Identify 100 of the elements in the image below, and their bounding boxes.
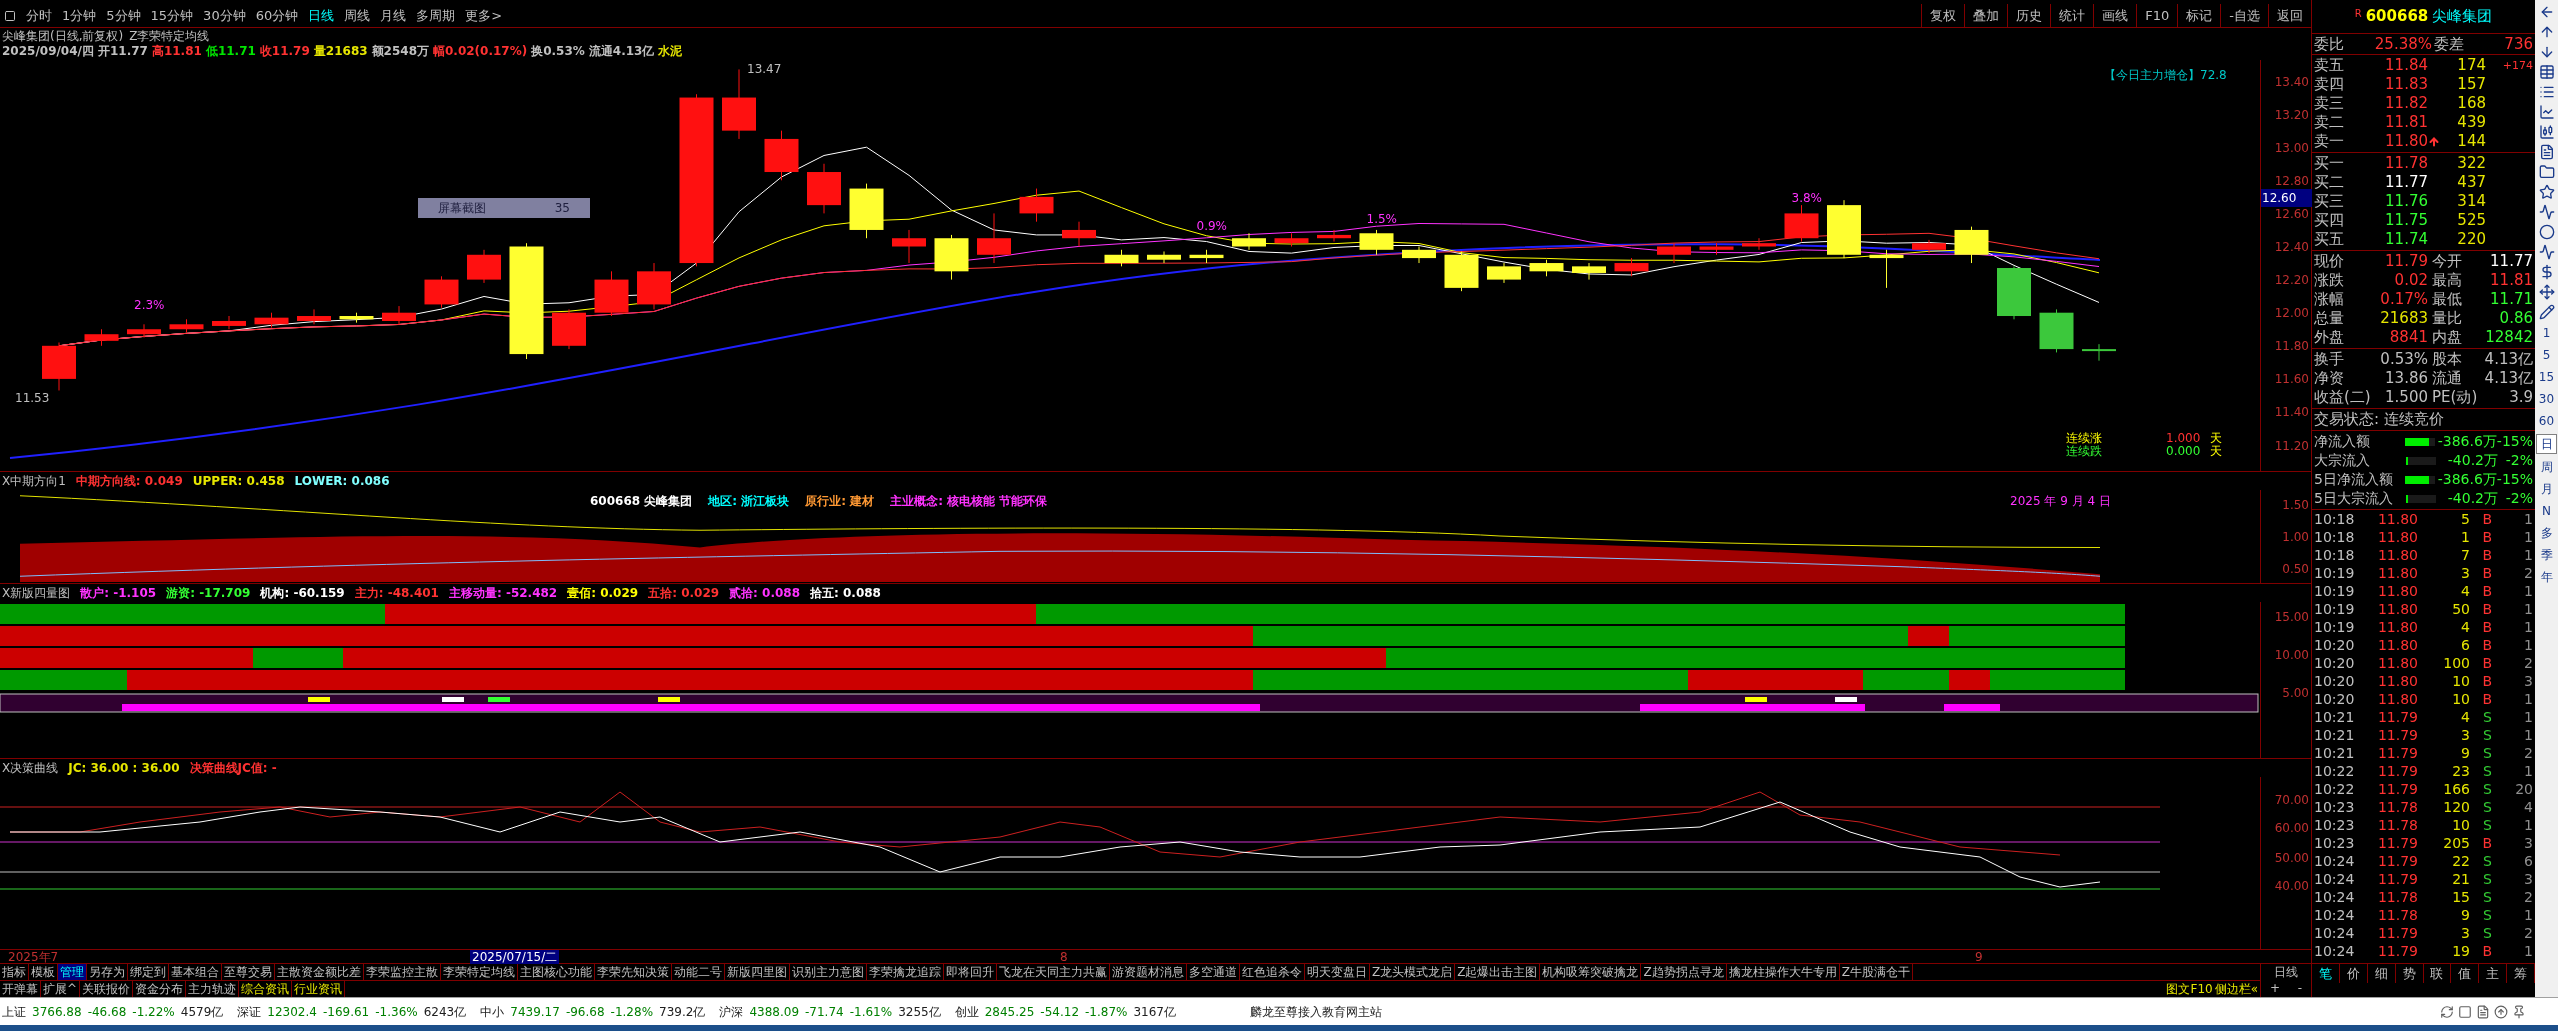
period-tab[interactable]: 月线 bbox=[380, 5, 407, 26]
toolbar-button[interactable]: 返回 bbox=[2268, 4, 2311, 27]
sidebar-tool-icon[interactable] bbox=[2538, 184, 2555, 200]
sidebar-tool-icon[interactable] bbox=[2538, 144, 2555, 160]
panel-tab[interactable]: 价 bbox=[2339, 964, 2368, 983]
sidebar-tool-icon[interactable] bbox=[2538, 164, 2555, 180]
toolbar-button[interactable]: F10 bbox=[2136, 4, 2178, 27]
indicator-tab[interactable]: Z趋势拐点寻龙 bbox=[1641, 964, 1727, 980]
toolbar-button[interactable]: 叠加 bbox=[1964, 4, 2008, 27]
side-period-button[interactable]: 5 bbox=[2536, 346, 2557, 364]
period-tab[interactable]: 30分钟 bbox=[203, 5, 246, 26]
sidebar-tool-icon[interactable] bbox=[2538, 304, 2555, 320]
panel-tab[interactable]: 联 bbox=[2423, 964, 2452, 983]
indicator-tab[interactable]: 主图核心功能 bbox=[518, 964, 595, 980]
indicator-tab[interactable]: 李荣特定均线 bbox=[441, 964, 518, 980]
indicator-tab[interactable]: 李荣擒龙追踪 bbox=[867, 964, 944, 980]
side-period-button[interactable]: 1 bbox=[2536, 324, 2557, 342]
indicator-tab[interactable]: 绑定到 bbox=[128, 964, 169, 980]
panel-tab[interactable]: 主 bbox=[2479, 964, 2508, 983]
status-tool-icon[interactable] bbox=[2458, 1004, 2472, 1019]
side-period-button[interactable]: 60 bbox=[2536, 412, 2557, 430]
period-tab[interactable]: 5分钟 bbox=[106, 5, 141, 26]
indicator-title[interactable]: X新版四量图 bbox=[2, 584, 71, 602]
indicator-title[interactable]: X中期方向1 bbox=[2, 472, 66, 490]
period-tab[interactable]: 15分钟 bbox=[150, 5, 194, 26]
panel-tab[interactable]: 值 bbox=[2451, 964, 2480, 983]
sidebar-tool-icon[interactable] bbox=[2538, 204, 2555, 220]
sidebar-tool-icon[interactable] bbox=[2538, 104, 2555, 120]
toolbar-button[interactable]: 统计 bbox=[2050, 4, 2094, 27]
trade-price: 11.80 bbox=[2376, 546, 2418, 564]
side-period-button[interactable]: 日 bbox=[2536, 434, 2557, 454]
toolbar-button[interactable]: 标记 bbox=[2177, 4, 2221, 27]
period-tab[interactable]: 多周期 bbox=[416, 5, 456, 26]
side-period-button[interactable]: 月 bbox=[2536, 480, 2557, 498]
side-period-button[interactable]: 季 bbox=[2536, 546, 2557, 564]
indicator-name[interactable]: Z李荣特定均线 bbox=[129, 29, 210, 44]
indicator-tab[interactable]: 另存为 bbox=[87, 964, 128, 980]
toolbar-button[interactable]: 历史 bbox=[2007, 4, 2051, 27]
date-axis-label: 2025/07/15/二 bbox=[470, 949, 560, 964]
side-period-button[interactable]: 年 bbox=[2536, 568, 2557, 586]
period-tab[interactable]: 分时 bbox=[26, 5, 52, 26]
indicator-tab[interactable]: 机构吸筹突破擒龙 bbox=[1540, 964, 1642, 980]
indicator-tab[interactable]: 游资题材消息 bbox=[1110, 964, 1187, 980]
side-period-button[interactable]: 15 bbox=[2536, 368, 2557, 386]
indicator-tab[interactable]: 新版四里图 bbox=[725, 964, 790, 980]
trade-volume: 7 bbox=[2460, 546, 2470, 564]
indicator-tab[interactable]: 红色追杀令 bbox=[1240, 964, 1305, 980]
indicator-tab[interactable]: 即将回升 bbox=[944, 964, 997, 980]
panel-tab[interactable]: 笔 bbox=[2312, 964, 2340, 983]
percent-label: 3.8% bbox=[1791, 190, 1822, 205]
indicator-tab[interactable]: 多空通道 bbox=[1187, 964, 1240, 980]
indicator-tab[interactable]: 主散资金额比差 bbox=[275, 964, 364, 980]
sidebar-tool-icon[interactable] bbox=[2538, 124, 2555, 140]
side-period-button[interactable]: 30 bbox=[2536, 390, 2557, 408]
panel-toggle-icon[interactable] bbox=[4, 9, 16, 22]
sidebar-tool-icon[interactable] bbox=[2538, 284, 2555, 300]
status-tool-icon[interactable] bbox=[2494, 1004, 2508, 1019]
side-link[interactable]: 图文F10 bbox=[2166, 981, 2213, 997]
side-period-button[interactable]: 周 bbox=[2536, 458, 2557, 476]
period-tab[interactable]: 更多> bbox=[465, 5, 503, 26]
sidebar-tool-icon[interactable] bbox=[2538, 244, 2555, 260]
status-tool-icon[interactable] bbox=[2512, 1004, 2526, 1019]
side-link[interactable]: 侧边栏« bbox=[2214, 981, 2258, 997]
toolbar-button[interactable]: 画线 bbox=[2093, 4, 2137, 27]
candlestick bbox=[1359, 229, 1394, 256]
indicator-tab[interactable]: 动能二号 bbox=[672, 964, 725, 980]
date-axis-label: 2025年7 bbox=[8, 949, 59, 964]
zoom-out-button[interactable]: - bbox=[2297, 980, 2303, 996]
index-value: 7439.17 bbox=[510, 1003, 560, 1021]
panel-tab[interactable]: 势 bbox=[2395, 964, 2424, 983]
sidebar-tool-icon[interactable] bbox=[2538, 224, 2555, 240]
side-period-button[interactable]: 多 bbox=[2536, 524, 2557, 542]
status-tool-icon[interactable] bbox=[2476, 1004, 2490, 1019]
indicator-tab[interactable]: Z起爆出击主图 bbox=[1455, 964, 1541, 980]
status-tool-icon[interactable] bbox=[2440, 1004, 2454, 1019]
sidebar-tool-icon[interactable] bbox=[2538, 64, 2555, 80]
indicator-tab[interactable]: Z龙头模式龙启 bbox=[1370, 964, 1456, 980]
side-period-button[interactable]: N bbox=[2536, 502, 2557, 520]
indicator-tab[interactable]: 基本组合 bbox=[169, 964, 222, 980]
indicator-tab[interactable]: 识别主力意图 bbox=[790, 964, 867, 980]
zoom-in-button[interactable]: + bbox=[2269, 980, 2280, 996]
sidebar-tool-icon[interactable] bbox=[2538, 84, 2555, 100]
indicator-tab[interactable]: 指标 bbox=[0, 964, 29, 980]
period-tab[interactable]: 1分钟 bbox=[62, 5, 97, 26]
indicator-tab[interactable]: Z牛股满仓干 bbox=[1839, 964, 1913, 980]
indicator-tab[interactable]: 飞龙在天同主力共赢 bbox=[997, 964, 1110, 980]
indicator-tab[interactable]: 明天变盘日 bbox=[1305, 964, 1370, 980]
indicator-tab[interactable]: 至尊交易 bbox=[222, 964, 275, 980]
period-tab[interactable]: 周线 bbox=[344, 5, 371, 26]
stat-label: PE(动) bbox=[2432, 388, 2478, 407]
indicator-tab[interactable]: 管理 bbox=[58, 964, 87, 980]
indicator-tab[interactable]: 李荣先知决策 bbox=[595, 964, 672, 980]
indicator-tab[interactable]: 擒龙柱操作大牛专用 bbox=[1726, 964, 1840, 980]
panel-tab[interactable]: 细 bbox=[2367, 964, 2396, 983]
toolbar-button[interactable]: 复权 bbox=[1921, 4, 1965, 27]
indicator-title[interactable]: X决策曲线 bbox=[2, 759, 59, 777]
toolbar-button[interactable]: -自选 bbox=[2220, 4, 2268, 27]
period-tab[interactable]: 60分钟 bbox=[255, 5, 299, 26]
period-tab[interactable]: 日线 bbox=[308, 5, 335, 26]
indicator-tab[interactable]: 李荣监控主散 bbox=[364, 964, 441, 980]
